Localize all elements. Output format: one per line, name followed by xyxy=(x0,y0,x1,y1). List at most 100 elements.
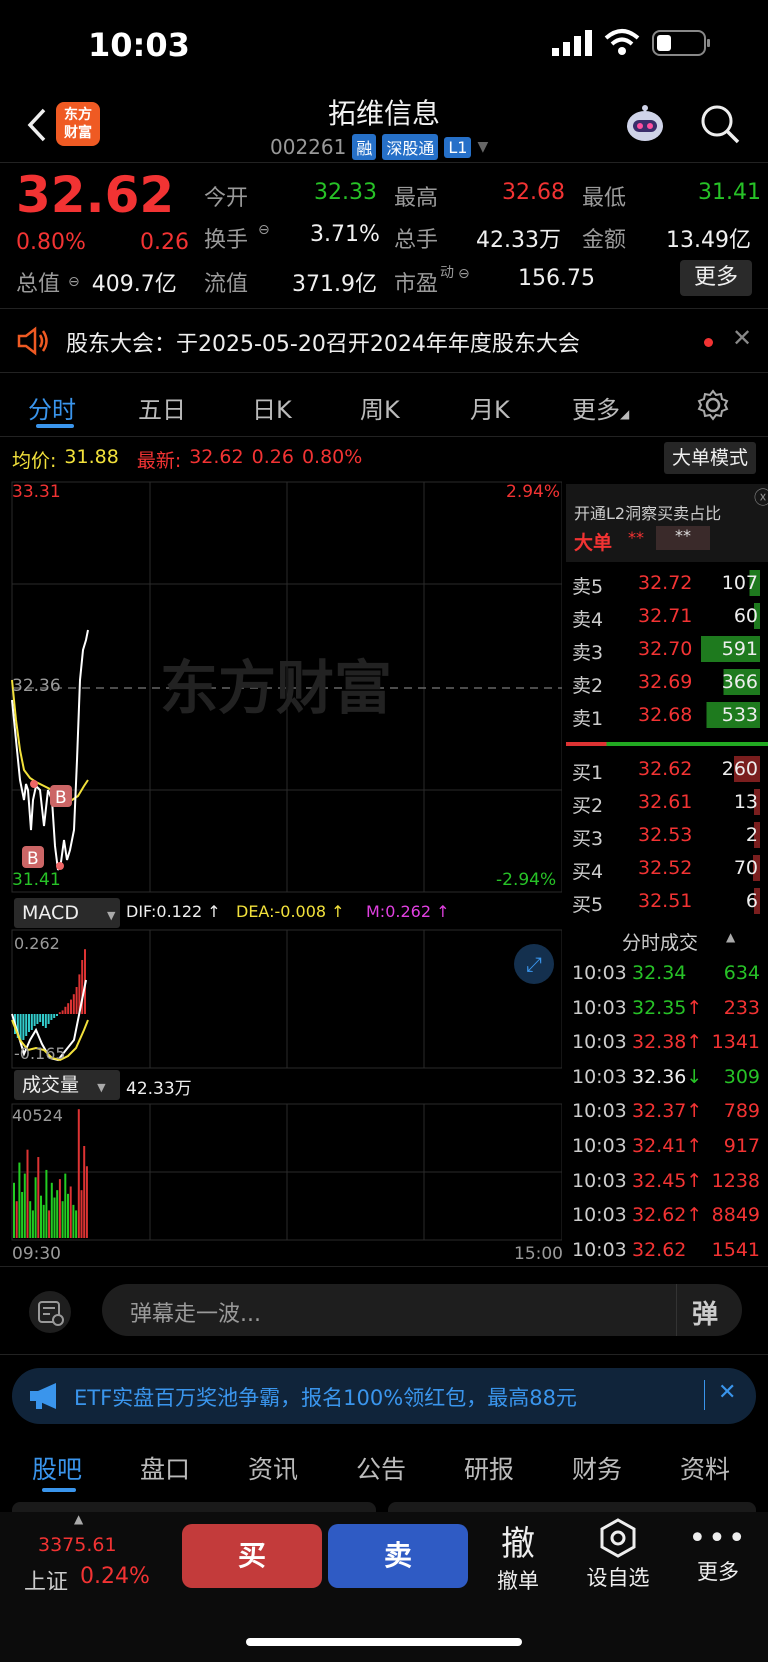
big-order-mode-button[interactable]: 大单模式 xyxy=(664,442,756,474)
expand-icon[interactable]: ⤢ xyxy=(514,944,554,984)
macd-indicator-select[interactable]: MACD ▼ xyxy=(14,898,120,928)
chevron-down-icon: ▼ xyxy=(97,1081,106,1094)
tab-more[interactable]: 更多◢ xyxy=(572,390,629,425)
low-label: 最低 xyxy=(582,186,627,211)
caret-up-icon[interactable]: ▲ xyxy=(726,930,735,944)
tab-day-k[interactable]: 日K xyxy=(252,390,292,425)
trade-price: 32.62 xyxy=(632,1238,687,1261)
signal-icon xyxy=(552,30,592,56)
trade-dot xyxy=(30,780,38,788)
trade-price: 32.34 xyxy=(632,962,687,984)
chart-top-price: 33.31 xyxy=(12,482,61,502)
info-icon[interactable]: ⊖ xyxy=(258,222,270,238)
time-end: 15:00 xyxy=(514,1244,563,1264)
close-icon[interactable]: ⓧ xyxy=(754,484,768,510)
l2-promo[interactable]: 开通L2洞察买卖占比 ⓧ 大单 ** ** xyxy=(566,484,768,562)
volume-bar xyxy=(45,1169,48,1238)
robot-assistant-icon[interactable] xyxy=(620,100,670,150)
ask-level-price[interactable]: 32.69 xyxy=(638,671,692,693)
bid-level-volume: 6 xyxy=(690,888,760,914)
macd-bar xyxy=(64,1006,67,1014)
tag-level: L1 xyxy=(444,136,472,158)
chevron-down-icon: ▼ xyxy=(107,909,116,922)
ask-level-price[interactable]: 32.72 xyxy=(638,572,692,594)
intraday-chart[interactable]: 东方财富 B B xyxy=(0,440,562,1260)
ask-level-label: 卖1 xyxy=(572,708,604,730)
bottom-tab[interactable]: 股吧 xyxy=(32,1450,82,1486)
float-value: 371.9亿 xyxy=(292,272,377,297)
info-icon[interactable]: ⊖ xyxy=(458,266,470,282)
danmu-toggle-button[interactable]: 弹 xyxy=(692,1294,718,1331)
bid-level-price[interactable]: 32.62 xyxy=(638,758,692,780)
bid-level-label: 买4 xyxy=(572,861,604,883)
status-bar: 10:03 xyxy=(0,0,768,90)
macd-bar xyxy=(56,1014,58,1016)
volume-label: 成交量 xyxy=(22,1074,80,1096)
trade-time: 10:03 xyxy=(572,1238,627,1261)
low-value: 31.41 xyxy=(698,180,761,205)
macd-bar xyxy=(72,994,75,1014)
ask-level-price[interactable]: 32.71 xyxy=(638,605,692,627)
pe-sup: 动 xyxy=(440,265,454,281)
sell-button[interactable]: 卖 xyxy=(328,1524,468,1588)
ask-level-price[interactable]: 32.70 xyxy=(638,638,692,660)
bid-level-label: 买1 xyxy=(572,762,604,784)
bid-level-price[interactable]: 32.53 xyxy=(638,824,692,846)
unread-dot xyxy=(704,338,713,347)
tab-month-k[interactable]: 月K xyxy=(470,390,510,425)
ask-level-price[interactable]: 32.68 xyxy=(638,704,692,726)
amount-label: 金额 xyxy=(582,228,627,253)
trade-time: 10:03 xyxy=(572,1204,627,1227)
bottom-tab[interactable]: 财务 xyxy=(572,1450,622,1486)
tab-five-day[interactable]: 五日 xyxy=(138,390,186,425)
chevron-down-icon: ▼ xyxy=(477,139,489,155)
tab-week-k[interactable]: 周K xyxy=(360,390,400,425)
settings-gear-icon[interactable] xyxy=(696,388,730,422)
volume-max: 40524 xyxy=(12,1106,63,1125)
tab-active-indicator xyxy=(36,424,74,428)
danmu-placeholder: 弹幕走一波... xyxy=(130,1302,261,1327)
add-watchlist-button[interactable]: 设自选 xyxy=(578,1518,658,1592)
price-line xyxy=(11,629,89,871)
notice-bar[interactable]: 股东大会：于2025-05-20召开2024年年度股东大会 ✕ xyxy=(0,310,768,370)
high-value: 32.68 xyxy=(502,180,565,205)
bid-level-price[interactable]: 32.52 xyxy=(638,857,692,879)
info-icon[interactable]: ⊖ xyxy=(68,274,80,290)
bottom-tab[interactable]: 盘口 xyxy=(140,1450,190,1486)
ask-level-volume: 591 xyxy=(690,636,760,662)
bottom-tab[interactable]: 资讯 xyxy=(248,1450,298,1486)
stock-code-row[interactable]: 002261 融 深股通 L1 ▼ xyxy=(270,134,488,160)
danmu-settings-icon[interactable] xyxy=(28,1290,72,1334)
search-icon[interactable] xyxy=(698,102,742,146)
bid-level-price[interactable]: 32.61 xyxy=(638,791,692,813)
macd-top-value: 0.262 xyxy=(14,934,60,953)
volume-bar xyxy=(77,1109,80,1238)
volume-bar xyxy=(40,1195,42,1238)
macd-m: M:0.262 ↑ xyxy=(366,902,450,921)
bottom-tab[interactable]: 研报 xyxy=(464,1450,514,1486)
volume-indicator-select[interactable]: 成交量 ▼ xyxy=(14,1070,120,1100)
volume-value: 42.33万 xyxy=(476,228,561,253)
bottom-tab[interactable]: 公告 xyxy=(356,1450,406,1486)
close-icon[interactable]: ✕ xyxy=(732,324,752,352)
bottom-tab[interactable]: 资料 xyxy=(680,1450,730,1486)
macd-bar xyxy=(36,1014,39,1024)
volume-bar xyxy=(53,1197,56,1238)
more-actions-button[interactable]: ••• 更多 xyxy=(682,1522,754,1586)
index-value[interactable]: 3375.61 xyxy=(38,1534,117,1556)
bid-level-price[interactable]: 32.51 xyxy=(638,890,692,912)
close-icon[interactable]: ✕ xyxy=(718,1380,736,1405)
trade-volume: 309 xyxy=(723,1065,760,1088)
buy-button[interactable]: 买 xyxy=(182,1524,322,1588)
current-price: 32.62 xyxy=(16,166,175,224)
danmu-input[interactable]: 弹幕走一波... 弹 xyxy=(102,1284,742,1336)
etf-promo-banner[interactable]: ETF实盘百万奖池争霸，报名100%领红包，最高88元 ✕ xyxy=(12,1368,756,1424)
ask-level-volume: 107 xyxy=(690,570,760,596)
open-value: 32.33 xyxy=(314,180,377,205)
trade-time: 10:03 xyxy=(572,1100,627,1123)
cancel-order-button[interactable]: 撤 撤单 xyxy=(482,1516,554,1595)
macd-bar xyxy=(25,1014,28,1036)
caret-up-icon[interactable]: ▲ xyxy=(74,1512,83,1526)
more-quote-button[interactable]: 更多 xyxy=(680,260,752,296)
tab-timeshare[interactable]: 分时 xyxy=(28,390,76,425)
